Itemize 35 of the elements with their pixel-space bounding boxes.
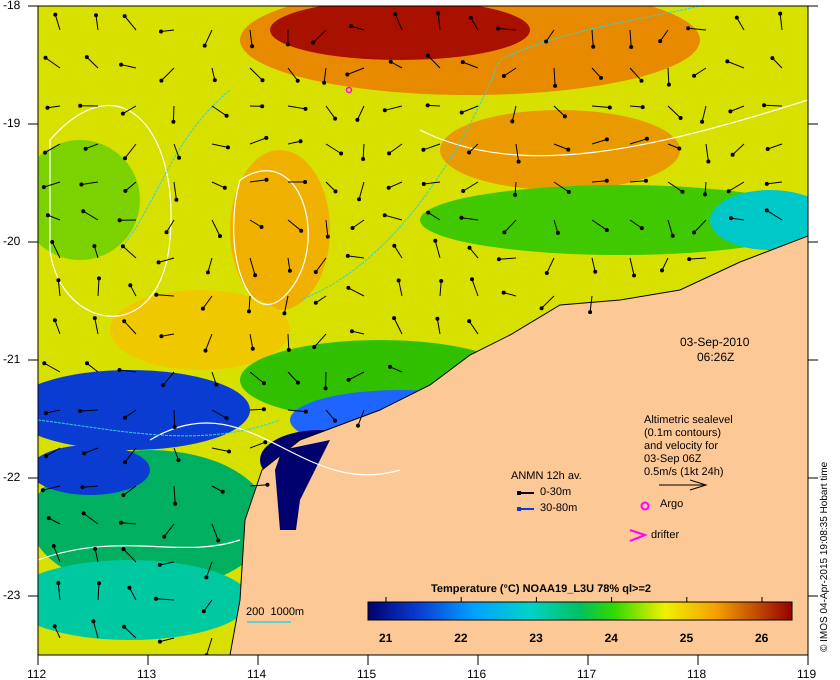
latitude-label: -18 xyxy=(3,0,20,12)
longitude-label: 117 xyxy=(577,667,596,680)
isobath-label: 200 1000m xyxy=(246,606,304,618)
longitude-label: 116 xyxy=(467,667,486,680)
color-scale-title: Temperature (°C) NOAA19_L3U 78% ql>=2 xyxy=(431,583,651,595)
argo-marker-icon xyxy=(640,502,650,510)
drifter-label: drifter xyxy=(651,529,680,541)
credit-text: © IMOS 04-Apr-2015 19:08:35 Hobart time xyxy=(819,462,830,652)
legend-label: 30-80m xyxy=(540,502,578,514)
altimetry-note: Altimetric sealevel (0.1m contours) and velocity for 03-Sep 06Z 0.5m/s (1kt 24h) xyxy=(644,414,733,479)
color-scale-label: 26 xyxy=(755,631,768,645)
latitude-label: -21 xyxy=(3,352,20,366)
legend-label: 0-30m xyxy=(540,486,572,498)
velocity-scale-arrow-icon xyxy=(658,480,708,490)
longitude-label: 115 xyxy=(357,667,376,680)
color-scale-label: 21 xyxy=(379,631,392,645)
legend-title: ANMN 12h av. xyxy=(511,470,582,482)
latitude-label: -20 xyxy=(3,234,20,248)
longitude-label: 113 xyxy=(137,667,156,680)
color-scale-label: 22 xyxy=(454,631,468,645)
longitude-label: 119 xyxy=(797,667,816,680)
drifter-marker-icon xyxy=(630,529,648,542)
isobath-line-icon xyxy=(247,621,291,623)
date-label: 03-Sep-2010 xyxy=(680,335,750,349)
latitude-label: -19 xyxy=(3,116,20,130)
color-scale-label: 23 xyxy=(529,631,543,645)
latitude-label: -23 xyxy=(3,588,20,602)
longitude-label: 112 xyxy=(27,667,46,680)
latitude-label: -22 xyxy=(3,470,20,484)
color-scale-label: 25 xyxy=(680,631,694,645)
argo-label: Argo xyxy=(660,498,684,510)
longitude-label: 118 xyxy=(687,667,706,680)
longitude-label: 114 xyxy=(247,667,266,680)
time-label: 06:26Z xyxy=(697,350,734,364)
color-scale-label: 24 xyxy=(604,631,618,645)
